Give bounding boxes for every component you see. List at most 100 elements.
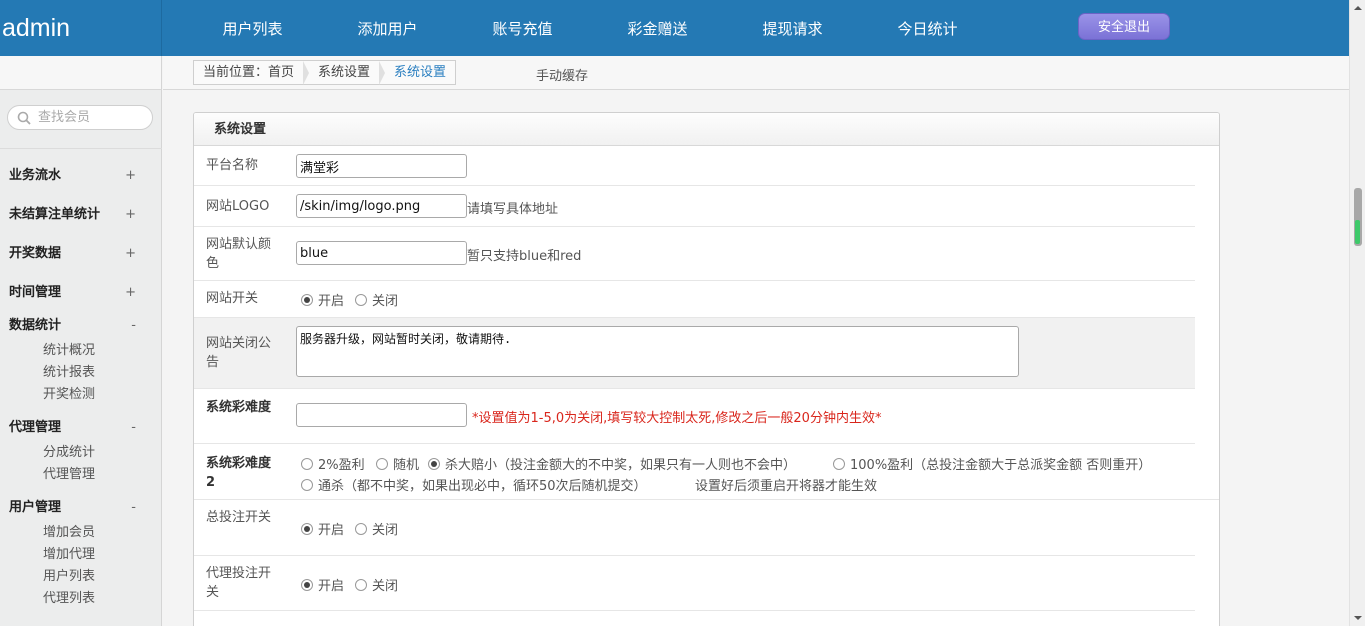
menu-group-label: 代理管理 bbox=[9, 420, 62, 435]
site-switch-off-radio[interactable]: 关闭 bbox=[355, 290, 398, 309]
radio-checked-icon bbox=[428, 457, 440, 470]
site-logo-hint: 请填写具体地址 bbox=[467, 202, 559, 217]
menu-item-user-list[interactable]: 用户列表 bbox=[43, 566, 162, 588]
field-label: 网站关闭公告 bbox=[206, 336, 272, 370]
breadcrumb-section[interactable]: 系统设置 bbox=[309, 61, 379, 84]
row-site-switch: 网站开关 开启 关闭 bbox=[194, 281, 1195, 318]
row-agent-bet-switch: 代理投注开关 开启 关闭 bbox=[194, 556, 1195, 611]
difficulty-input[interactable] bbox=[296, 403, 467, 427]
menu-item-commission-stats[interactable]: 分成统计 bbox=[43, 442, 162, 464]
difficulty-hint: *设置值为1-5,0为关闭,填写较大控制太死,修改之后一般20分钟内生效* bbox=[472, 411, 882, 426]
menu-item-add-member[interactable]: 增加会员 bbox=[43, 522, 162, 544]
row-close-notice: 网站关闭公告 服务器升级，网站暂时关闭，敬请期待. bbox=[194, 318, 1195, 389]
site-color-input[interactable] bbox=[296, 241, 467, 265]
menu-group-label: 开奖数据 bbox=[9, 246, 62, 261]
collapse-icon: - bbox=[131, 420, 136, 435]
breadcrumb-prefix: 当前位置：首页 bbox=[203, 65, 295, 80]
site-color-hint: 暂只支持blue和red bbox=[467, 249, 582, 264]
menu-group-label: 业务流水 bbox=[9, 168, 62, 183]
menu-item-stats-report[interactable]: 统计报表 bbox=[43, 362, 162, 384]
site-switch-on-radio[interactable]: 开启 bbox=[301, 290, 344, 309]
menu-group-agent-management: 代理管理 - 分成统计 代理管理 bbox=[0, 414, 162, 486]
top-bar: admin 用户列表 添加用户 账号充值 彩金赠送 提现请求 今日统计 安全退出 bbox=[0, 0, 1349, 56]
search-icon bbox=[17, 111, 31, 125]
row-bet-switch: 总投注开关 开启 关闭 bbox=[194, 500, 1195, 556]
menu-group-label: 用户管理 bbox=[9, 500, 62, 515]
menu-group-label: 时间管理 bbox=[9, 285, 62, 300]
menu-group-title[interactable]: 未结算注单统计 + bbox=[0, 195, 162, 234]
menu-item-draw-check[interactable]: 开奖检测 bbox=[43, 384, 162, 406]
difficulty2-option-profit2[interactable]: 2%盈利 bbox=[301, 454, 365, 473]
scroll-up-arrow-icon[interactable] bbox=[1350, 0, 1365, 16]
nav-add-user[interactable]: 添加用户 bbox=[320, 0, 455, 56]
logout-button[interactable]: 安全退出 bbox=[1078, 13, 1170, 40]
menu-sub-list: 增加会员 增加代理 用户列表 代理列表 bbox=[0, 522, 162, 610]
breadcrumb-home[interactable]: 首页 bbox=[268, 65, 294, 80]
field-label: 网站开关 bbox=[206, 291, 259, 306]
row-difficulty: 系统彩难度 *设置值为1-5,0为关闭,填写较大控制太死,修改之后一般20分钟内… bbox=[194, 389, 1195, 444]
collapse-icon: - bbox=[131, 318, 136, 333]
nav-today-stats[interactable]: 今日统计 bbox=[860, 0, 995, 56]
member-search[interactable] bbox=[7, 105, 153, 130]
expand-icon: + bbox=[125, 246, 136, 261]
menu-group-title[interactable]: 用户管理 - bbox=[0, 494, 162, 522]
radio-unchecked-icon bbox=[355, 293, 367, 306]
row-difficulty-2: 系统彩难度2 2%盈利 随机 杀大赔小（投注金额大的不中奖，如果只有一人则也不会… bbox=[194, 444, 1219, 500]
scroll-indicator bbox=[1355, 220, 1360, 244]
menu-sub-list: 统计概况 统计报表 开奖检测 bbox=[0, 340, 162, 406]
settings-panel: 系统设置 平台名称 网站LOGO 请填写具体地址 网站默认颜色 暂只支持blue… bbox=[193, 112, 1220, 626]
agent-bet-switch-on-radio[interactable]: 开启 bbox=[301, 575, 344, 594]
search-input[interactable] bbox=[38, 108, 148, 127]
difficulty2-option-random[interactable]: 随机 bbox=[376, 454, 419, 473]
top-nav: 用户列表 添加用户 账号充值 彩金赠送 提现请求 今日统计 bbox=[185, 0, 995, 56]
difficulty2-option-profit100[interactable]: 100%盈利（总投注金额大于总派奖金额 否则重开） bbox=[833, 454, 1151, 473]
bet-switch-on-radio[interactable]: 开启 bbox=[301, 519, 344, 538]
menu-group-title[interactable]: 业务流水 + bbox=[0, 156, 162, 195]
field-label: 网站LOGO bbox=[206, 199, 270, 214]
field-label: 系统彩难度 bbox=[206, 400, 272, 415]
page-scrollbar[interactable] bbox=[1349, 0, 1365, 626]
difficulty2-option-kill-all[interactable]: 通杀（都不中奖，如果出现必中，循环50次后随机提交） bbox=[301, 475, 647, 494]
agent-bet-switch-off-radio[interactable]: 关闭 bbox=[355, 575, 398, 594]
radio-unchecked-icon bbox=[376, 457, 388, 470]
menu-group-title[interactable]: 代理管理 - bbox=[0, 414, 162, 442]
sidebar-header bbox=[0, 56, 161, 90]
menu-group-title[interactable]: 时间管理 + bbox=[0, 273, 162, 312]
difficulty2-option-kill-big[interactable]: 杀大赔小（投注金额大的不中奖，如果只有一人则也不会中） bbox=[428, 454, 796, 473]
field-label: 网站默认颜色 bbox=[206, 237, 272, 271]
sidebar-divider bbox=[0, 148, 162, 149]
field-label: 平台名称 bbox=[206, 158, 259, 173]
menu-group-label: 数据统计 bbox=[9, 318, 62, 333]
manual-cache-link[interactable]: 手动缓存 bbox=[536, 65, 588, 84]
menu-group-data-stats: 数据统计 - 统计概况 统计报表 开奖检测 bbox=[0, 312, 162, 406]
menu-group-title[interactable]: 开奖数据 + bbox=[0, 234, 162, 273]
menu-item-agent-list[interactable]: 代理列表 bbox=[43, 588, 162, 610]
menu-group-time-management: 时间管理 + bbox=[0, 273, 162, 312]
sidebar-menu: 业务流水 + 未结算注单统计 + 开奖数据 + 时间管理 + 数据统计 - 统计… bbox=[0, 156, 162, 618]
nav-user-list[interactable]: 用户列表 bbox=[185, 0, 320, 56]
nav-bonus-gift[interactable]: 彩金赠送 bbox=[590, 0, 725, 56]
menu-item-stats-overview[interactable]: 统计概况 bbox=[43, 340, 162, 362]
menu-group-business-flow: 业务流水 + bbox=[0, 156, 162, 195]
menu-group-unsettled-stats: 未结算注单统计 + bbox=[0, 195, 162, 234]
close-notice-textarea[interactable]: 服务器升级，网站暂时关闭，敬请期待. bbox=[296, 326, 1019, 377]
platform-name-input[interactable] bbox=[296, 154, 467, 178]
menu-item-agent-management[interactable]: 代理管理 bbox=[43, 464, 162, 486]
breadcrumb-bar: 当前位置：首页 系统设置 系统设置 手动缓存 bbox=[163, 56, 1349, 90]
panel-title: 系统设置 bbox=[194, 113, 1219, 146]
row-site-logo: 网站LOGO 请填写具体地址 bbox=[194, 186, 1195, 227]
row-site-color: 网站默认颜色 暂只支持blue和red bbox=[194, 227, 1195, 281]
menu-group-title[interactable]: 数据统计 - bbox=[0, 312, 162, 340]
field-label: 系统彩难度2 bbox=[206, 456, 272, 490]
bet-switch-off-radio[interactable]: 关闭 bbox=[355, 519, 398, 538]
nav-recharge[interactable]: 账号充值 bbox=[455, 0, 590, 56]
menu-item-add-agent[interactable]: 增加代理 bbox=[43, 544, 162, 566]
site-logo-input[interactable] bbox=[296, 194, 467, 218]
expand-icon: + bbox=[125, 207, 136, 222]
nav-withdraw-requests[interactable]: 提现请求 bbox=[725, 0, 860, 56]
menu-sub-list: 分成统计 代理管理 bbox=[0, 442, 162, 486]
scroll-down-arrow-icon[interactable] bbox=[1350, 610, 1365, 626]
difficulty2-hint: 设置好后须重启开将器才能生效 bbox=[695, 479, 878, 494]
radio-unchecked-icon bbox=[355, 522, 367, 535]
menu-group-lottery-data: 开奖数据 + bbox=[0, 234, 162, 273]
